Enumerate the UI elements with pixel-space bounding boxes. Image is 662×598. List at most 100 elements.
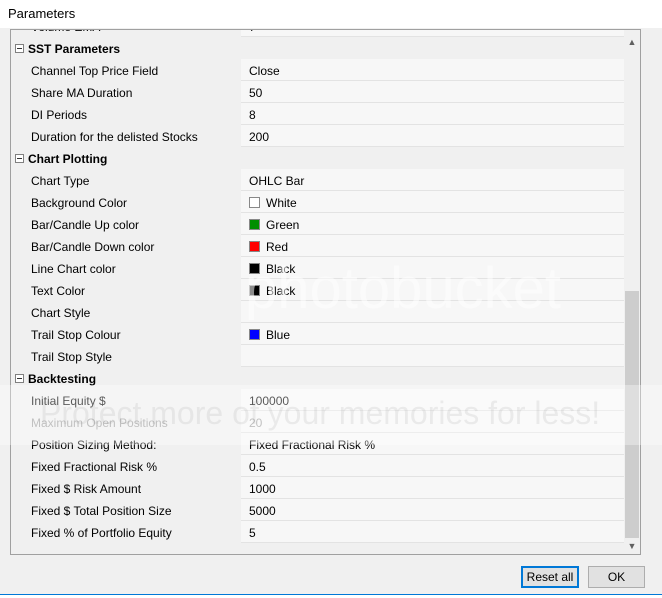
property-name: Background Color — [25, 191, 241, 213]
color-swatch-icon — [249, 219, 260, 230]
property-value[interactable]: 20 — [241, 411, 624, 433]
row-gutter — [11, 345, 25, 367]
background-window-edge — [0, 594, 662, 598]
collapse-icon[interactable] — [15, 44, 24, 53]
property-name: Line Chart color — [25, 257, 241, 279]
property-value-text: Black — [266, 284, 296, 298]
property-row[interactable]: Trail Stop Colour Blue — [11, 323, 624, 345]
property-row[interactable]: Bar/Candle Up color Green — [11, 213, 624, 235]
collapse-icon[interactable] — [15, 154, 24, 163]
property-value[interactable] — [241, 301, 624, 323]
property-value-text: 5 — [249, 526, 256, 540]
property-row[interactable]: Duration for the delisted Stocks 200 — [11, 125, 624, 147]
property-value[interactable]: 0.5 — [241, 455, 624, 477]
scroll-thumb[interactable] — [625, 291, 639, 538]
property-row[interactable]: Fixed Fractional Risk % 0.5 — [11, 455, 624, 477]
property-value[interactable]: 7 — [241, 30, 624, 37]
property-row[interactable]: Position Sizing Method: Fixed Fractional … — [11, 433, 624, 455]
row-gutter — [11, 477, 25, 499]
property-row[interactable]: Bar/Candle Down color Red — [11, 235, 624, 257]
property-row[interactable]: Fixed $ Risk Amount 1000 — [11, 477, 624, 499]
row-gutter — [11, 169, 25, 191]
property-value[interactable]: 5 — [241, 521, 624, 543]
property-name: Text Color — [25, 279, 241, 301]
property-value[interactable]: 5000 — [241, 499, 624, 521]
vertical-scrollbar[interactable]: ▲ ▼ — [624, 30, 640, 554]
property-name: Duration for the delisted Stocks — [25, 125, 241, 147]
property-row[interactable]: Text Color Black — [11, 279, 624, 301]
color-swatch-icon — [249, 263, 260, 274]
property-value[interactable]: Fixed Fractional Risk % — [241, 433, 624, 455]
category-row[interactable]: SST Parameters — [11, 37, 624, 59]
property-row[interactable]: Trail Stop Style — [11, 345, 624, 367]
property-name: Chart Style — [25, 301, 241, 323]
title-bar: Parameters — [0, 0, 662, 28]
property-value-text: 20 — [249, 416, 263, 430]
category-label: Chart Plotting — [24, 147, 624, 169]
property-value[interactable]: 1000 — [241, 477, 624, 499]
row-gutter — [11, 389, 25, 411]
property-row[interactable]: Chart Type OHLC Bar — [11, 169, 624, 191]
row-gutter — [11, 323, 25, 345]
property-value[interactable]: Red — [241, 235, 624, 257]
property-value-text: Blue — [266, 328, 291, 342]
row-gutter — [11, 411, 25, 433]
property-row[interactable]: Volume EMA 7 — [11, 30, 624, 37]
property-value-text: Red — [266, 240, 289, 254]
property-value[interactable]: 100000 — [241, 389, 624, 411]
category-label: Backtesting — [24, 367, 624, 389]
row-gutter — [11, 125, 25, 147]
property-row[interactable]: Line Chart color Black — [11, 257, 624, 279]
property-row[interactable]: Fixed % of Portfolio Equity 5 — [11, 521, 624, 543]
property-value[interactable]: White — [241, 191, 624, 213]
property-name: Trail Stop Colour — [25, 323, 241, 345]
ok-button[interactable]: OK — [588, 566, 645, 588]
row-gutter — [11, 59, 25, 81]
row-gutter — [11, 257, 25, 279]
property-name: Initial Equity $ — [25, 389, 241, 411]
property-value[interactable]: 50 — [241, 81, 624, 103]
property-name: Fixed $ Total Position Size — [25, 499, 241, 521]
scroll-down-icon[interactable]: ▼ — [624, 538, 640, 554]
property-name: Share MA Duration — [25, 81, 241, 103]
row-gutter — [11, 301, 25, 323]
property-value[interactable]: 200 — [241, 125, 624, 147]
property-grid[interactable]: Volume EMA 7 SST ParametersChannel Top Pri… — [10, 29, 641, 555]
row-gutter — [11, 213, 25, 235]
property-value[interactable]: OHLC Bar — [241, 169, 624, 191]
property-row[interactable]: Background Color White — [11, 191, 624, 213]
row-gutter — [11, 521, 25, 543]
property-name: Trail Stop Style — [25, 345, 241, 367]
row-gutter — [11, 81, 25, 103]
property-name: Position Sizing Method: — [25, 433, 241, 455]
row-gutter — [11, 30, 25, 37]
collapse-icon[interactable] — [15, 374, 24, 383]
row-gutter — [11, 499, 25, 521]
property-value[interactable]: Black — [241, 279, 624, 301]
property-name: Fixed % of Portfolio Equity — [25, 521, 241, 543]
property-row[interactable]: Chart Style — [11, 301, 624, 323]
row-gutter — [11, 433, 25, 455]
scroll-up-icon[interactable]: ▲ — [624, 34, 640, 50]
category-row[interactable]: Backtesting — [11, 367, 624, 389]
property-value[interactable]: Close — [241, 59, 624, 81]
property-row[interactable]: Share MA Duration 50 — [11, 81, 624, 103]
property-row[interactable]: Initial Equity $ 100000 — [11, 389, 624, 411]
property-value-text: Fixed Fractional Risk % — [249, 438, 376, 452]
property-value[interactable]: Black — [241, 257, 624, 279]
property-value[interactable]: Green — [241, 213, 624, 235]
property-row[interactable]: DI Periods 8 — [11, 103, 624, 125]
property-row[interactable]: Channel Top Price Field Close — [11, 59, 624, 81]
property-value-text: 50 — [249, 86, 263, 100]
property-value[interactable] — [241, 345, 624, 367]
row-gutter — [11, 455, 25, 477]
reset-all-button[interactable]: Reset all — [521, 566, 579, 588]
property-value-text: 200 — [249, 130, 270, 144]
color-swatch-icon — [249, 285, 260, 296]
property-rows: Volume EMA 7 SST ParametersChannel Top Pri… — [11, 30, 624, 543]
category-row[interactable]: Chart Plotting — [11, 147, 624, 169]
property-value[interactable]: Blue — [241, 323, 624, 345]
property-row[interactable]: Fixed $ Total Position Size 5000 — [11, 499, 624, 521]
property-value[interactable]: 8 — [241, 103, 624, 125]
property-row[interactable]: Maximum Open Positions 20 — [11, 411, 624, 433]
